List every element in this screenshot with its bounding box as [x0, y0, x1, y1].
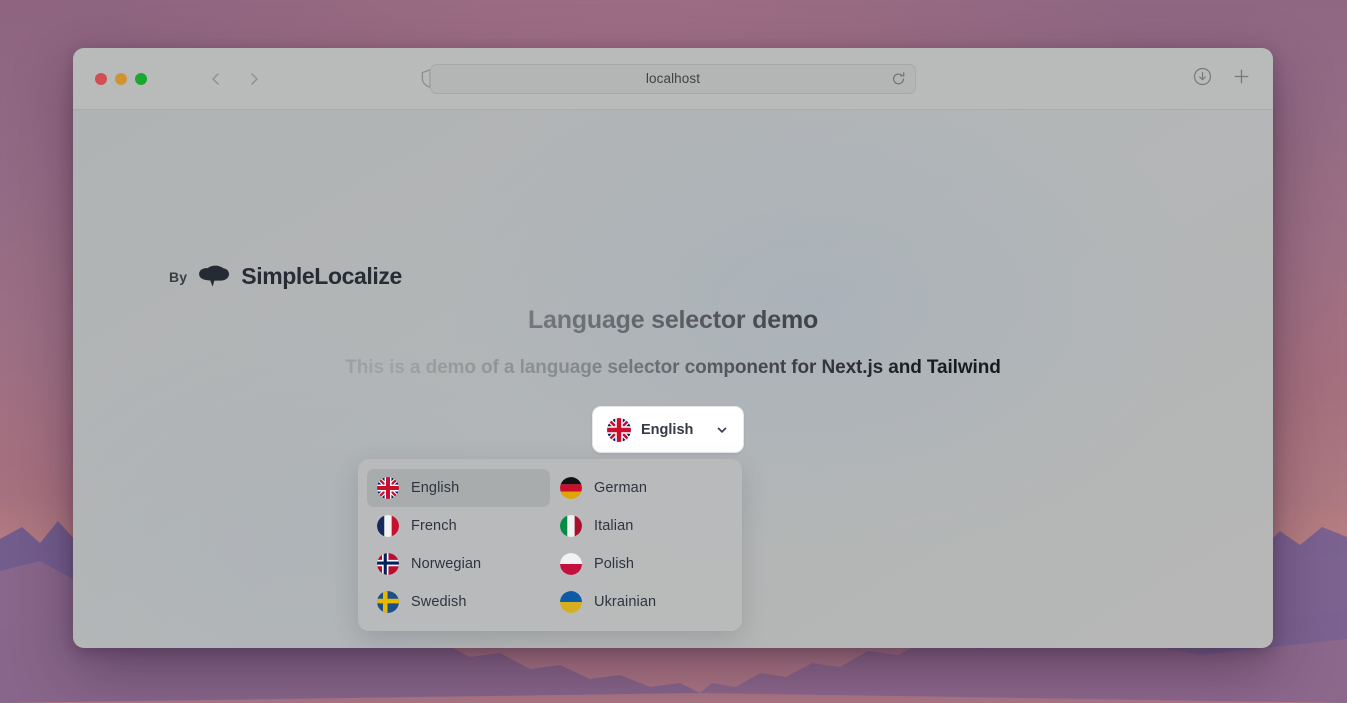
- language-option-english[interactable]: English: [367, 469, 550, 507]
- language-selector-button[interactable]: English: [592, 406, 744, 453]
- download-icon: [1193, 67, 1212, 85]
- browser-toolbar: localhost: [73, 48, 1273, 110]
- close-window-button[interactable]: [95, 72, 107, 85]
- brand-lockup: By SimpleLocalize: [169, 263, 402, 290]
- language-option-label: English: [411, 480, 460, 496]
- language-dropdown-menu[interactable]: English German French Italian Norwegian …: [358, 459, 742, 631]
- language-option-italian[interactable]: Italian: [550, 507, 733, 545]
- simplelocalize-logo-icon: [198, 264, 230, 290]
- language-option-label: French: [411, 518, 457, 534]
- forward-button[interactable]: [243, 68, 265, 90]
- flag-gb-icon: [607, 417, 631, 442]
- flag-it-icon: [560, 515, 582, 537]
- url-text: localhost: [645, 71, 701, 86]
- language-option-polish[interactable]: Polish: [550, 545, 733, 583]
- language-option-french[interactable]: French: [367, 507, 550, 545]
- reload-icon: [893, 71, 905, 84]
- page-subtitle: This is a demo of a language selector co…: [73, 357, 1273, 379]
- chevron-right-icon: [251, 72, 258, 85]
- language-option-swedish[interactable]: Swedish: [367, 583, 550, 621]
- language-option-label: Norwegian: [411, 556, 482, 572]
- back-button[interactable]: [205, 68, 227, 90]
- navigation-arrows: [205, 68, 265, 90]
- window-traffic-lights[interactable]: [95, 72, 147, 85]
- flag-no-icon: [377, 553, 399, 575]
- brand-name-label: SimpleLocalize: [241, 263, 402, 289]
- plus-icon: [1234, 69, 1249, 83]
- language-option-ukrainian[interactable]: Ukrainian: [550, 583, 733, 621]
- address-bar[interactable]: localhost: [430, 63, 916, 94]
- language-option-label: Swedish: [411, 594, 467, 610]
- page-title: Language selector demo: [73, 306, 1273, 335]
- browser-window: localhost By SimpleLocalize Language sel…: [73, 48, 1273, 648]
- language-option-label: Ukrainian: [594, 594, 657, 610]
- minimize-window-button[interactable]: [115, 72, 127, 85]
- chevron-left-icon: [212, 72, 219, 85]
- chevron-down-icon: [715, 423, 729, 437]
- brand-by-label: By: [169, 268, 188, 285]
- page-viewport: By SimpleLocalize Language selector demo…: [73, 110, 1273, 648]
- downloads-button[interactable]: [1193, 67, 1212, 91]
- flag-fr-icon: [377, 515, 399, 537]
- flag-pl-icon: [560, 553, 582, 575]
- language-option-label: Italian: [594, 518, 634, 534]
- language-option-label: German: [594, 480, 647, 496]
- language-option-label: Polish: [594, 556, 635, 572]
- language-option-german[interactable]: German: [550, 469, 733, 507]
- language-option-norwegian[interactable]: Norwegian: [367, 545, 550, 583]
- cloud-speech-bubble-icon: [199, 265, 230, 287]
- flag-gb-icon: [377, 477, 399, 499]
- flag-de-icon: [560, 477, 582, 499]
- desktop-wallpaper: localhost By SimpleLocalize Language sel…: [0, 0, 1347, 703]
- flag-gb-svg: [607, 417, 631, 442]
- reload-button[interactable]: [891, 71, 906, 86]
- flag-ua-icon: [560, 591, 582, 613]
- toolbar-right-actions: [1193, 67, 1251, 91]
- flag-se-icon: [377, 591, 399, 613]
- maximize-window-button[interactable]: [135, 72, 147, 85]
- language-selector-value: English: [641, 421, 694, 438]
- new-tab-button[interactable]: [1232, 67, 1251, 91]
